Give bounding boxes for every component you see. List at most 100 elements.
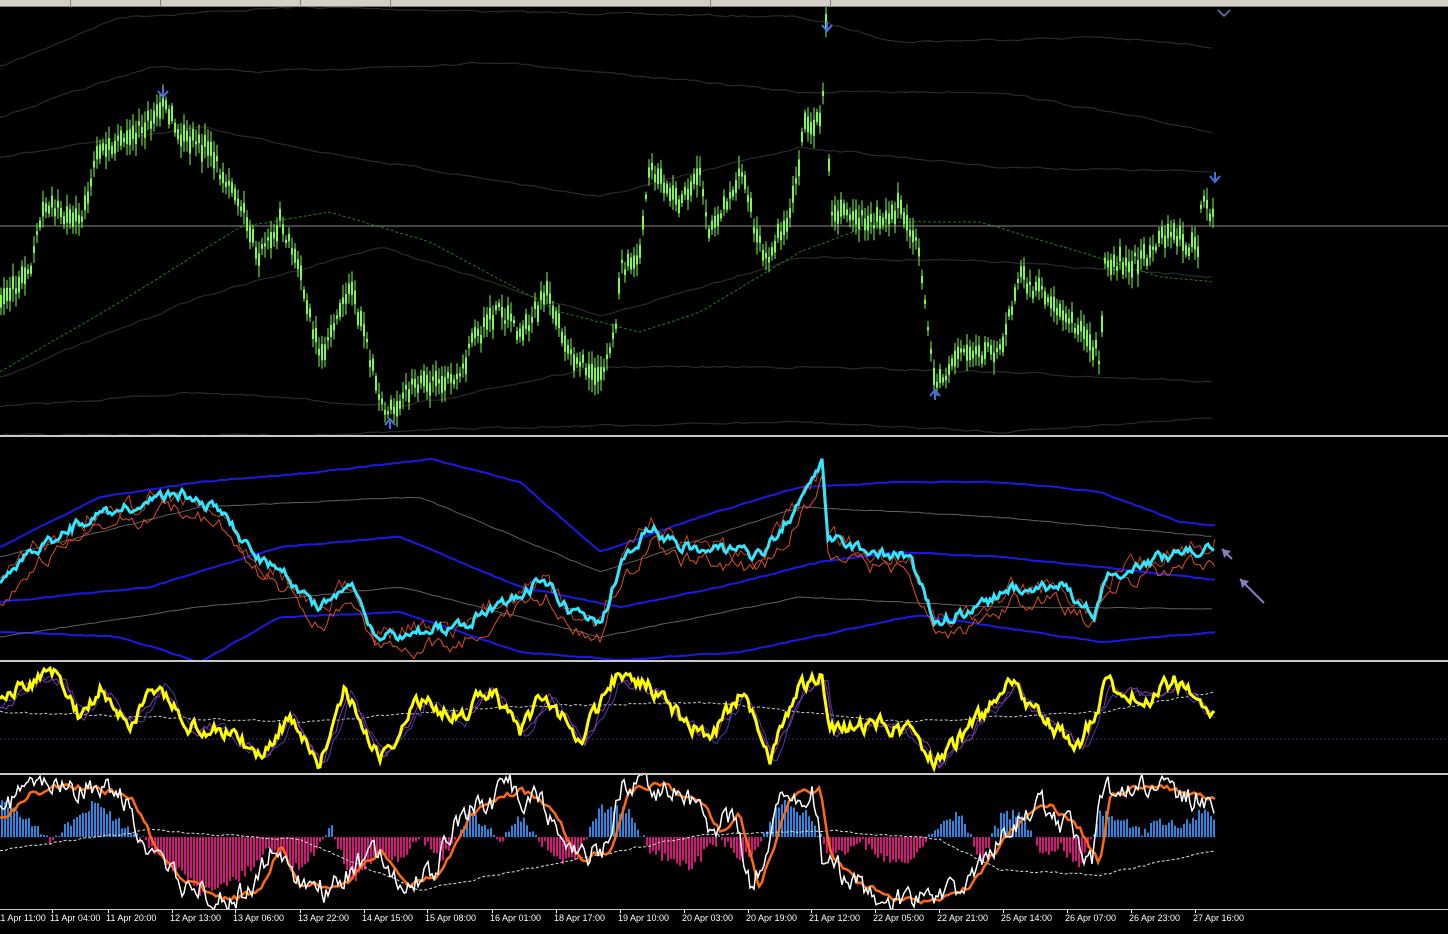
candle-body [1011,306,1013,314]
histogram-bar-positive [634,823,636,837]
candle-body [210,142,212,156]
candle-body [876,207,878,222]
histogram-bar-negative [244,837,246,877]
histogram-bar-positive [511,826,513,837]
histogram-bar-positive [526,825,528,837]
candle-body [147,111,149,121]
candle-body [528,325,530,331]
candle-body [132,126,134,139]
time-axis-label: 20 Apr 19:00 [746,913,797,923]
price-chart-pane[interactable] [0,7,1448,435]
candle-body [30,266,32,274]
candle-body [777,224,779,238]
candle-body [981,355,983,363]
histogram-bar-positive [7,807,9,837]
candle-body [1125,258,1127,266]
candle-body [735,180,737,193]
candle-body [1077,325,1079,335]
histogram-bar-positive [517,816,519,837]
candle-body [114,141,116,154]
candle-body [267,237,269,240]
histogram-bar-positive [964,824,966,837]
time-axis-label: 15 Apr 08:00 [425,913,476,923]
histogram-bar-positive [1135,826,1137,837]
time-axis-tick [811,910,812,913]
candle-body [339,303,341,317]
histogram-bar-positive [1126,819,1128,837]
candle-body [804,113,806,130]
candle-body [939,369,941,383]
histogram-bar-negative [232,837,234,877]
candle-body [1074,328,1076,333]
candle-body [879,216,881,229]
histogram-bar-positive [1189,823,1191,837]
time-axis-label: 13 Apr 22:00 [298,913,349,923]
histogram-bar-positive [1174,826,1176,837]
histogram-bar-negative [394,837,396,857]
candle-body [594,368,596,385]
candle-body [729,192,731,199]
histogram-bar-positive [115,819,117,837]
histogram-bar-negative [178,837,180,868]
oscillator-canvas[interactable] [0,662,1448,773]
histogram-bar-positive [520,822,522,837]
candle-body [1056,308,1058,315]
candle-body [552,306,554,319]
candle-body [198,135,200,144]
candle-body [774,241,776,253]
candle-body [9,288,11,301]
histogram-canvas[interactable] [0,775,1448,909]
candle-body [186,131,188,142]
histogram-bar-negative [298,837,300,870]
histogram-bar-negative [193,837,195,886]
band-indicator-pane[interactable] [0,437,1448,660]
candle-body [648,167,650,177]
candle-body [6,288,8,301]
candle-body [1110,260,1112,275]
candle-body [387,411,389,414]
histogram-bar-negative [160,837,162,852]
histogram-bar-positive [73,819,75,837]
candle-body [1212,209,1214,217]
candle-body [942,377,944,382]
candle-body [375,376,377,390]
histogram-bar-positive [76,817,78,837]
candle-body [249,227,251,243]
candle-body [195,141,197,144]
candle-body [495,305,497,310]
histogram-bar-negative [850,837,852,846]
histogram-bar-negative [676,837,678,864]
scroll-marker-icon [1218,10,1230,16]
candle-body [270,232,272,248]
candle-body [3,288,5,304]
candle-body [585,368,587,375]
histogram-bar-positive [112,821,114,837]
histogram-bar-negative [892,837,894,860]
candle-body [837,211,839,224]
candle-body [24,267,26,284]
candle-body [1152,247,1154,250]
histogram-bar-positive [40,834,42,837]
band-indicator-canvas[interactable] [0,437,1448,660]
candle-body [741,172,743,176]
histogram-pane[interactable] [0,775,1448,909]
candle-body [111,146,113,155]
oscillator-pane[interactable] [0,662,1448,773]
candle-body [411,379,413,385]
candle-body [153,111,155,124]
candle-body [300,265,302,280]
candle-body [168,109,170,124]
price-chart-canvas[interactable] [0,7,1448,435]
histogram-bar-negative [211,837,213,891]
histogram-bar-negative [418,837,420,839]
candle-body [1173,223,1175,240]
candle-body [81,216,83,222]
candle-body [1134,253,1136,257]
candle-body [621,260,623,263]
histogram-bar-positive [1186,819,1188,837]
candle-body [801,132,803,142]
histogram-bar-negative [838,837,840,850]
candle-body [75,208,77,221]
time-axis-label: 13 Apr 06:00 [233,913,284,923]
histogram-bar-positive [529,832,531,837]
